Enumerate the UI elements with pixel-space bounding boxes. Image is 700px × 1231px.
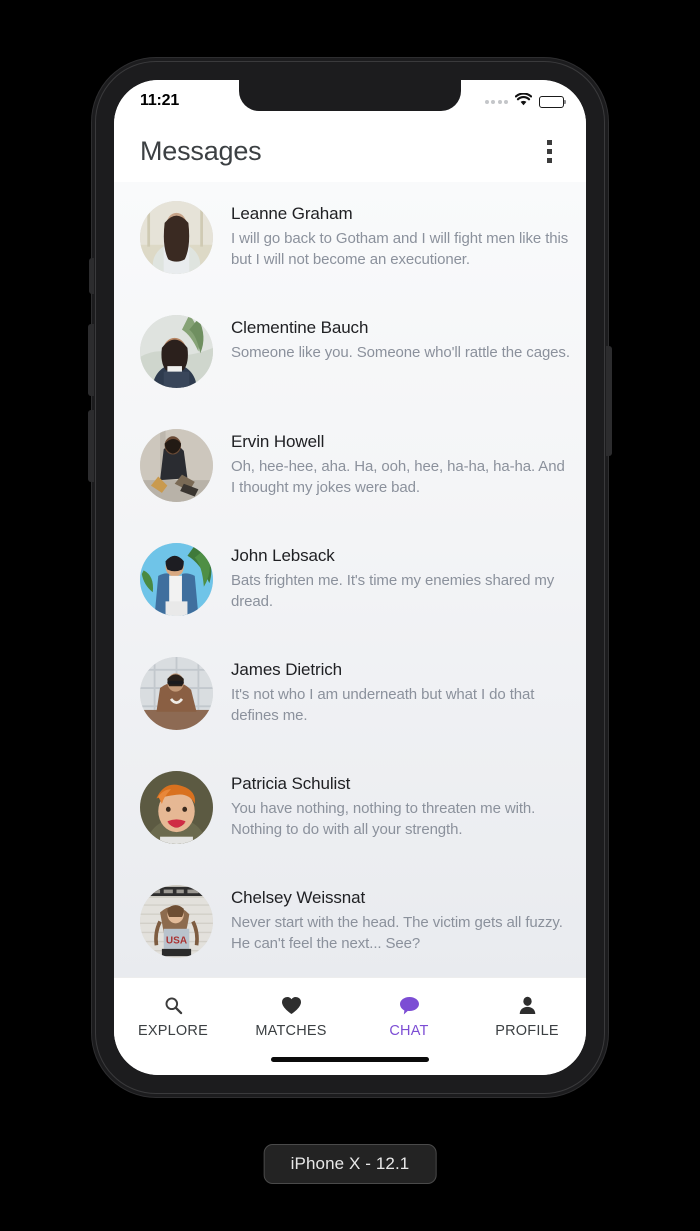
conversation-name: Clementine Bauch <box>231 318 369 337</box>
tab-label: CHAT <box>389 1023 429 1039</box>
volume-down-button[interactable] <box>88 410 94 482</box>
conversation-list[interactable]: Leanne Graham I will go back to Gotham an… <box>114 182 586 977</box>
conversation-text: Chelsey Weissnat Never start with the hea… <box>231 881 570 954</box>
conversation-list-item[interactable]: USA Chelsey Weissnat Never start with the … <box>114 871 586 977</box>
avatar-leanne-graham-image[interactable] <box>140 201 213 274</box>
power-button[interactable] <box>606 346 612 456</box>
tab-matches[interactable]: MATCHES <box>232 995 350 1039</box>
conversation-text: Patricia Schulist You have nothing, nothi… <box>231 767 570 840</box>
conversation-name: John Lebsack <box>231 546 335 565</box>
conversation-list-item[interactable]: Leanne Graham I will go back to Gotham an… <box>114 187 586 301</box>
conversation-name: James Dietrich <box>231 660 343 679</box>
bottom-tab-bar: EXPLORE MATCHES CHAT PROFILE <box>114 977 586 1075</box>
conversation-text: Leanne Graham I will go back to Gotham an… <box>231 197 570 270</box>
avatar-john-lebsack-image[interactable] <box>140 543 213 616</box>
conversation-snippet: Bats frighten me. It's time my enemies s… <box>231 572 555 610</box>
conversation-list-item[interactable]: Patricia Schulist You have nothing, nothi… <box>114 757 586 871</box>
tab-label: MATCHES <box>255 1023 327 1039</box>
signal-dots-icon <box>484 99 508 104</box>
conversation-name: Leanne Graham <box>231 204 353 223</box>
tab-label: PROFILE <box>495 1023 559 1039</box>
screenshot-stage: 11:21 Messages Leanne Graham I will go b… <box>0 0 700 1231</box>
avatar-james-dietrich-image[interactable] <box>140 657 213 730</box>
tab-label: EXPLORE <box>138 1023 208 1039</box>
tab-explore[interactable]: EXPLORE <box>114 995 232 1039</box>
home-indicator[interactable] <box>271 1057 429 1062</box>
app-header: Messages <box>114 120 586 182</box>
search-icon <box>164 995 183 1015</box>
conversation-text: Ervin Howell Oh, hee-hee, aha. Ha, ooh, h… <box>231 425 570 498</box>
status-time: 11:21 <box>140 92 180 109</box>
conversation-text: Clementine Bauch Someone like you. Someon… <box>231 311 570 364</box>
phone-frame: 11:21 Messages Leanne Graham I will go b… <box>88 58 612 1097</box>
avatar-chelsey-weissnat-image[interactable]: USA <box>140 885 213 958</box>
svg-text:USA: USA <box>166 935 187 946</box>
conversation-name: Chelsey Weissnat <box>231 888 366 907</box>
conversation-list-item[interactable]: Ervin Howell Oh, hee-hee, aha. Ha, ooh, h… <box>114 415 586 529</box>
avatar-clementine-bauch-image[interactable] <box>140 315 213 388</box>
conversation-snippet: You have nothing, nothing to threaten me… <box>231 800 536 838</box>
conversation-list-item[interactable]: James Dietrich It's not who I am undernea… <box>114 643 586 757</box>
conversation-text: James Dietrich It's not who I am undernea… <box>231 653 570 726</box>
conversation-name: Patricia Schulist <box>231 774 351 793</box>
page-title: Messages <box>140 135 262 166</box>
kebab-menu-icon[interactable] <box>532 134 566 168</box>
device-label: iPhone X - 12.1 <box>263 1144 437 1184</box>
avatar-ervin-howell-image[interactable] <box>140 429 213 502</box>
chat-bubble-icon <box>399 995 420 1015</box>
conversation-snippet: Someone like you. Someone who'll rattle … <box>231 344 570 362</box>
conversation-snippet: Never start with the head. The victim ge… <box>231 914 563 952</box>
avatar-patricia-schulist-image[interactable] <box>140 771 213 844</box>
battery-icon <box>539 95 564 108</box>
notch <box>239 80 461 111</box>
person-icon <box>518 995 537 1015</box>
conversation-list-item[interactable]: John Lebsack Bats frighten me. It's time … <box>114 529 586 643</box>
conversation-list-item[interactable]: Clementine Bauch Someone like you. Someon… <box>114 301 586 415</box>
conversation-snippet: Oh, hee-hee, aha. Ha, ooh, hee, ha-ha, h… <box>231 458 565 496</box>
wifi-icon <box>514 91 533 111</box>
heart-icon <box>281 995 302 1015</box>
conversation-snippet: I will go back to Gotham and I will figh… <box>231 230 569 268</box>
volume-up-button[interactable] <box>88 324 94 396</box>
conversation-name: Ervin Howell <box>231 432 325 451</box>
silent-switch-button[interactable] <box>89 258 94 294</box>
conversation-text: John Lebsack Bats frighten me. It's time … <box>231 539 570 612</box>
conversation-snippet: It's not who I am underneath but what I … <box>231 686 535 724</box>
tab-chat[interactable]: CHAT <box>350 995 468 1039</box>
phone-screen: 11:21 Messages Leanne Graham I will go b… <box>114 80 586 1075</box>
status-indicators <box>484 91 564 111</box>
tab-profile[interactable]: PROFILE <box>468 995 586 1039</box>
